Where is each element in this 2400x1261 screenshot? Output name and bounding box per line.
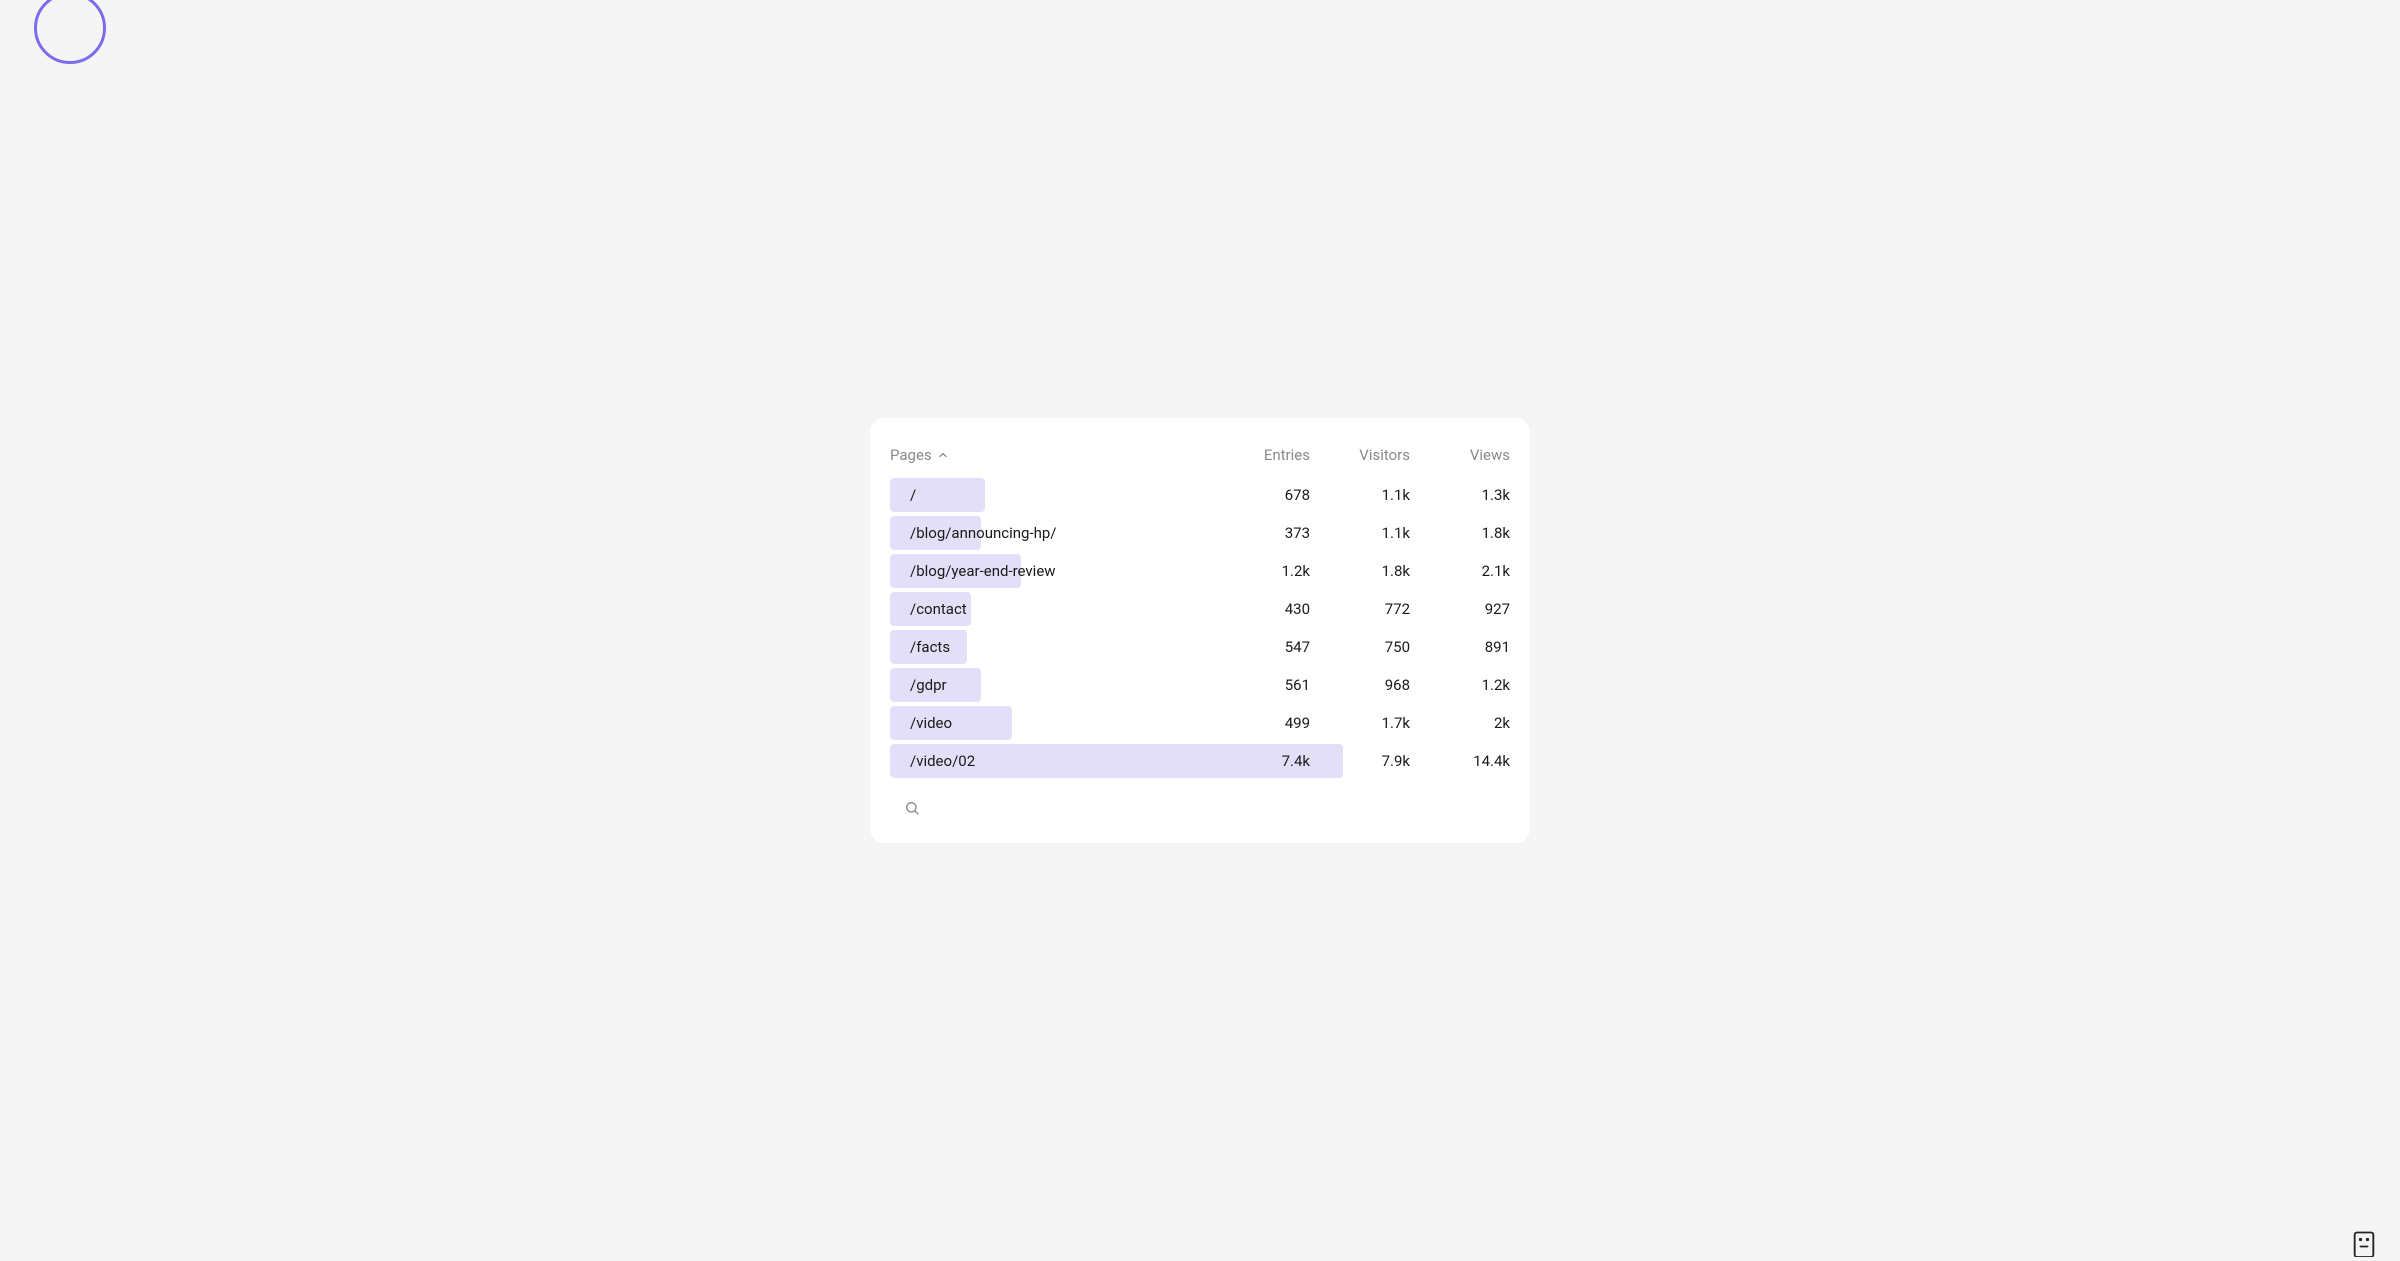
column-header-entries[interactable]: Entries: [1210, 446, 1310, 464]
row-visitors: 1.7k: [1310, 714, 1410, 732]
row-entries: 499: [1210, 714, 1310, 732]
search-icon: [904, 800, 920, 819]
column-header-pages[interactable]: Pages: [890, 446, 1210, 464]
help-widget-icon[interactable]: [2350, 1229, 2378, 1261]
table-row[interactable]: /gdpr5619681.2k: [890, 668, 1510, 702]
row-visitors: 750: [1310, 638, 1410, 656]
row-path: /blog/year-end-review: [890, 562, 1210, 580]
row-views: 2k: [1410, 714, 1510, 732]
row-visitors: 772: [1310, 600, 1410, 618]
table-footer: [890, 796, 1510, 823]
table-row[interactable]: /blog/year-end-review1.2k1.8k2.1k: [890, 554, 1510, 588]
table-row[interactable]: /contact430772927: [890, 592, 1510, 626]
table-row[interactable]: /video4991.7k2k: [890, 706, 1510, 740]
table-row[interactable]: /6781.1k1.3k: [890, 478, 1510, 512]
row-path: /blog/announcing-hp/: [890, 524, 1210, 542]
column-header-visitors[interactable]: Visitors: [1310, 446, 1410, 464]
tutorial-highlight-circle: [34, 0, 106, 64]
row-entries: 430: [1210, 600, 1310, 618]
column-header-pages-label: Pages: [890, 446, 932, 464]
column-header-views[interactable]: Views: [1410, 446, 1510, 464]
table-row[interactable]: /facts547750891: [890, 630, 1510, 664]
row-path: /: [890, 486, 1210, 504]
row-views: 891: [1410, 638, 1510, 656]
row-entries: 547: [1210, 638, 1310, 656]
row-visitors: 1.1k: [1310, 486, 1410, 504]
row-entries: 7.4k: [1210, 752, 1310, 770]
row-path: /video: [890, 714, 1210, 732]
row-visitors: 1.1k: [1310, 524, 1410, 542]
row-views: 14.4k: [1410, 752, 1510, 770]
row-entries: 678: [1210, 486, 1310, 504]
row-views: 1.8k: [1410, 524, 1510, 542]
row-visitors: 968: [1310, 676, 1410, 694]
row-views: 1.3k: [1410, 486, 1510, 504]
row-entries: 373: [1210, 524, 1310, 542]
row-entries: 1.2k: [1210, 562, 1310, 580]
row-visitors: 7.9k: [1310, 752, 1410, 770]
row-path: /gdpr: [890, 676, 1210, 694]
table-row[interactable]: /blog/announcing-hp/3731.1k1.8k: [890, 516, 1510, 550]
row-views: 927: [1410, 600, 1510, 618]
search-button[interactable]: [900, 796, 924, 823]
row-path: /facts: [890, 638, 1210, 656]
row-path: /contact: [890, 600, 1210, 618]
row-path: /video/02: [890, 752, 1210, 770]
chevron-up-icon: [936, 448, 950, 462]
table-header-row: Pages Entries Visitors Views: [890, 446, 1510, 478]
table-row[interactable]: /video/027.4k7.9k14.4k: [890, 744, 1510, 778]
table-body: /6781.1k1.3k/blog/announcing-hp/3731.1k1…: [890, 478, 1510, 778]
row-visitors: 1.8k: [1310, 562, 1410, 580]
row-views: 1.2k: [1410, 676, 1510, 694]
row-entries: 561: [1210, 676, 1310, 694]
analytics-pages-card: Pages Entries Visitors Views /6781.1k1.3…: [870, 418, 1530, 843]
row-views: 2.1k: [1410, 562, 1510, 580]
